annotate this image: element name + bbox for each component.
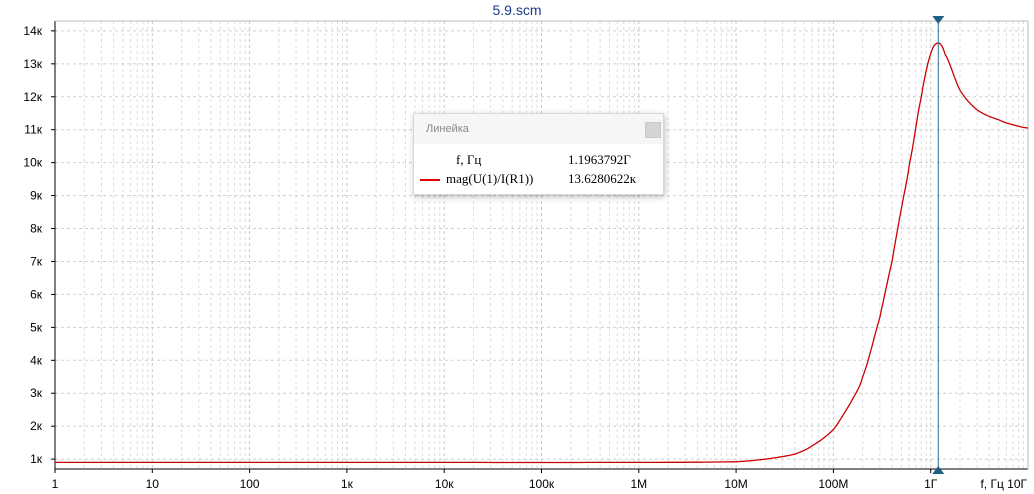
plot-area[interactable]: 1к 2к 3к 4к 5к 6к 7к 8к 9к 10к 11к 12к 13к 14к 1 10 100 1… xyxy=(0,0,1034,494)
cursor[interactable] xyxy=(932,16,945,474)
y-tick-label: 1к xyxy=(30,452,43,466)
x-tick-label: 1к xyxy=(341,477,354,491)
axes xyxy=(51,20,1029,473)
x-axis-end-label: f, Гц 10Г xyxy=(980,477,1027,491)
ruler-close-button[interactable] xyxy=(645,122,661,138)
x-tick-label: 10 xyxy=(146,477,160,491)
y-tick-label: 6к xyxy=(30,287,43,301)
ruler-label-frequency: f, Гц xyxy=(456,152,482,167)
cursor-top-handle-icon xyxy=(932,16,945,24)
y-tick-label: 10к xyxy=(23,156,42,170)
y-tick-label: 11к xyxy=(24,123,42,137)
series-swatch-icon xyxy=(420,179,440,181)
ruler-label-series: mag(U(1)/I(R1)) xyxy=(446,171,534,186)
ruler-value-series: 13.6280622к xyxy=(568,171,637,186)
x-tick-label: 1Г xyxy=(924,477,938,491)
cursor-bottom-handle-icon xyxy=(932,466,945,474)
ruler-title: Линейка xyxy=(426,123,469,135)
x-tick-label: 10M xyxy=(724,477,747,491)
y-tick-label: 3к xyxy=(30,386,43,400)
y-tick-label: 13к xyxy=(23,57,42,71)
grid xyxy=(54,21,1028,469)
ruler-panel[interactable]: Линейка f, Гц 1.1963792Г mag(U(1)/I(R1))… xyxy=(413,113,664,195)
x-tick-label: 100M xyxy=(818,477,848,491)
x-tick-label: 100 xyxy=(240,477,260,491)
y-tick-label: 2к xyxy=(30,419,43,433)
x-tick-label: 10к xyxy=(435,477,454,491)
ruler-value-frequency: 1.1963792Г xyxy=(568,152,631,167)
y-tick-label: 7к xyxy=(30,254,43,268)
ruler-header[interactable]: Линейка xyxy=(414,114,663,144)
y-tick-label: 4к xyxy=(30,353,43,367)
y-tick-label: 5к xyxy=(30,320,43,334)
y-tick-label: 9к xyxy=(30,189,43,203)
y-tick-label: 14к xyxy=(23,24,42,38)
y-tick-label: 12к xyxy=(23,90,42,104)
tick-labels: 1к 2к 3к 4к 5к 6к 7к 8к 9к 10к 11к 12к 13к 14к 1 10 100 1… xyxy=(23,24,1027,491)
ruler-row-series: mag(U(1)/I(R1)) 13.6280622к xyxy=(414,171,663,189)
ruler-row-frequency: f, Гц 1.1963792Г xyxy=(414,152,663,170)
x-tick-label: 1M xyxy=(630,477,647,491)
y-tick-label: 8к xyxy=(30,222,43,236)
x-tick-label: 100к xyxy=(529,477,555,491)
x-tick-label: 1 xyxy=(52,477,59,491)
